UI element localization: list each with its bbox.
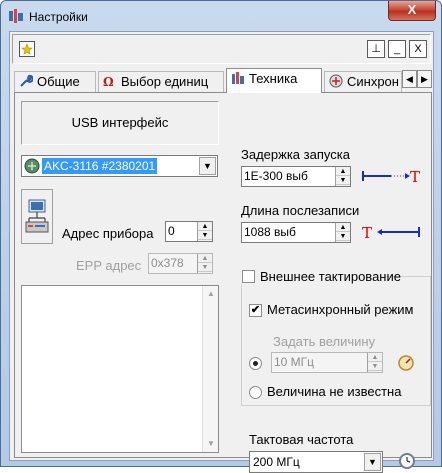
network-device-button[interactable] [21, 189, 53, 244]
delay-value: 1E-300 выб [244, 169, 308, 183]
tab-general-label: Общие [37, 74, 80, 89]
post-record-spin-buttons[interactable]: ▲ ▼ [335, 223, 350, 242]
device-select-value: AKC-3116 #2380201 [42, 158, 158, 174]
tab-scroll-arrows: ◀ ▶ [402, 70, 432, 88]
clock-frequency-dropdown-icon[interactable]: ▼ [364, 453, 381, 471]
device-icon [24, 158, 40, 174]
tab-units-label: Выбор единиц [121, 74, 209, 89]
app-icon [9, 9, 23, 23]
epp-address-label: EPP адрес [76, 258, 142, 273]
metasync-label: Метасинхронный режим [267, 302, 414, 317]
star-icon[interactable] [19, 41, 35, 57]
sync-icon [329, 74, 343, 88]
address-value: 0 [168, 224, 175, 238]
window-title: Настройки [29, 10, 88, 24]
epp-spin-buttons[interactable]: ▲ ▼ [197, 254, 212, 273]
tab-hardware-label: Техника [249, 71, 298, 86]
address-stepper[interactable]: 0 ▲ ▼ [165, 221, 213, 242]
units-icon: Ω [103, 75, 114, 88]
scroll-down-icon[interactable]: ▼ [203, 436, 219, 452]
tab-scroll-left-button[interactable]: ◀ [402, 70, 417, 88]
hardware-icon [232, 72, 244, 84]
tab-hardware[interactable]: Техника [226, 68, 322, 93]
usb-interface-panel: USB интерфейс [21, 101, 219, 145]
trigger-letter-2: T [362, 224, 372, 241]
title-bar[interactable]: Настройки X [1, 1, 441, 31]
hardware-tab-page: USB интерфейс AKC-3116 #2380201 ▼ Адрес … [14, 92, 432, 473]
network-computer-icon [25, 199, 49, 233]
external-clock-header: Внешнее тактирование [239, 268, 401, 284]
set-value-radio[interactable] [249, 357, 262, 370]
external-clock-checkbox[interactable] [242, 270, 255, 283]
epp-address-stepper[interactable]: 0x378 ▲ ▼ [148, 253, 213, 274]
post-trigger-marker-icon: T [362, 224, 420, 241]
external-clock-label: Внешнее тактирование [260, 269, 401, 284]
post-record-value: 1088 выб [244, 225, 296, 239]
settings-window: Настройки X ⊥ _ X Общие Ω Выбор единиц Те… [0, 0, 442, 473]
metasync-checkbox[interactable]: ✔ [249, 304, 262, 317]
address-label: Адрес прибора [62, 226, 154, 241]
device-select[interactable]: AKC-3116 #2380201 ▼ [21, 155, 218, 177]
dock-button[interactable]: ⊥ [367, 40, 385, 58]
delay-spin-buttons[interactable]: ▲ ▼ [335, 167, 350, 186]
set-value-label: Задать величину [273, 334, 376, 349]
frequency-value: 10 МГц [274, 355, 315, 369]
delay-stepper[interactable]: 1E-300 выб ▲ ▼ [241, 166, 351, 187]
window-close-button[interactable]: X [388, 1, 436, 21]
clock-frequency-select[interactable]: 200 МГц ▼ [249, 451, 383, 473]
minimize-button[interactable]: _ [388, 40, 406, 58]
unknown-value-radio[interactable] [249, 386, 262, 399]
wrench-icon [20, 74, 33, 87]
tab-strip: Общие Ω Выбор единиц Техника Синхрон ◀ ▶ [14, 68, 432, 93]
toolbar: ⊥ _ X [12, 34, 431, 64]
pre-trigger-marker-icon: T [362, 168, 420, 185]
gauge-icon[interactable] [397, 354, 415, 372]
clock-frequency-label: Тактовая частота [249, 432, 354, 447]
unknown-value-label: Величина не известна [267, 384, 402, 399]
tab-scroll-right-button[interactable]: ▶ [417, 70, 432, 88]
tab-general[interactable]: Общие [14, 71, 96, 92]
close-panel-button[interactable]: X [409, 40, 427, 58]
tab-sync-label: Синхрон [347, 74, 399, 89]
frequency-spin-buttons[interactable]: ▲ ▼ [367, 353, 382, 372]
log-memo[interactable]: ▲ ▼ [21, 285, 219, 453]
delay-label: Задержка запуска [241, 147, 350, 162]
scroll-up-icon[interactable]: ▲ [203, 286, 219, 302]
chevron-down-icon[interactable]: ▼ [199, 157, 216, 175]
post-record-label: Длина послезаписи [241, 203, 360, 218]
tab-units[interactable]: Ω Выбор единиц [98, 71, 224, 92]
svg-text:Ω: Ω [103, 75, 114, 88]
trigger-letter: T [410, 168, 420, 185]
frequency-stepper[interactable]: 10 МГц ▲ ▼ [271, 352, 383, 373]
epp-address-value: 0x378 [151, 256, 184, 270]
post-record-stepper[interactable]: 1088 выб ▲ ▼ [241, 222, 351, 243]
address-spin-buttons[interactable]: ▲ ▼ [197, 222, 212, 241]
client-area: ⊥ _ X Общие Ω Выбор единиц Техника Синхро… [9, 31, 434, 473]
vertical-scrollbar[interactable]: ▲ ▼ [202, 286, 218, 452]
tab-sync[interactable]: Синхрон [324, 71, 402, 92]
